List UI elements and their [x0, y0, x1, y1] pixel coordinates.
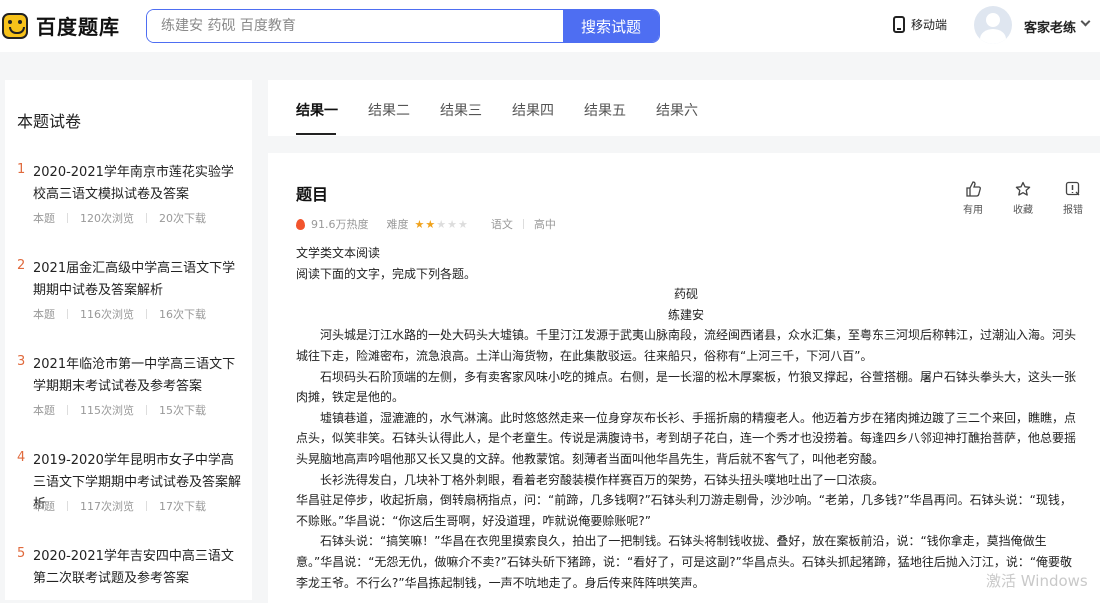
thumbs-up-icon	[966, 181, 981, 197]
paper-downloads: 17次下载	[159, 500, 206, 513]
article-author: 练建安	[667, 307, 704, 322]
star-icon	[1015, 181, 1031, 196]
avatar[interactable]	[974, 6, 1012, 44]
question-panel: 题目 91.6万热度 难度 ★ ★ ★ ★ ★ 语文 高中 有用 收藏 报错 文学类文本…	[268, 153, 1100, 603]
report-button[interactable]: 报错	[1048, 181, 1098, 216]
paper-tag: 本题	[33, 404, 55, 417]
paper-title[interactable]: 2020-2021学年南京市莲花实验学校高三语文模拟试卷及答案	[33, 162, 245, 206]
paper-downloads: 20次下载	[159, 212, 206, 225]
mobile-phone-icon	[893, 16, 905, 33]
difficulty-star-icon: ★	[436, 217, 447, 231]
paper-downloads: 16次下载	[159, 308, 206, 321]
favorite-label: 收藏	[1013, 205, 1033, 216]
favorite-button[interactable]: 收藏	[998, 181, 1048, 216]
report-icon	[1065, 181, 1080, 196]
paper-views: 120次浏览	[80, 212, 134, 225]
paper-meta: 本题 116次浏览 16次下载	[33, 306, 206, 322]
paper-meta: 本题 117次浏览 17次下载	[33, 498, 206, 514]
baidu-tiku-logo[interactable]: 百度题库	[2, 11, 120, 40]
paper-tag: 本题	[33, 308, 55, 321]
result-tabs: 结果一 结果二 结果三 结果四 结果五 结果六	[268, 80, 1100, 136]
tab-result-1[interactable]: 结果一	[296, 100, 338, 120]
mobile-label: 移动端	[911, 18, 948, 32]
paper-number: 1	[17, 162, 26, 177]
active-tab-indicator	[296, 133, 336, 135]
report-label: 报错	[1063, 205, 1083, 216]
mobile-link[interactable]: 移动端	[893, 16, 947, 33]
paper-sidebar: 本题试卷 1 2020-2021学年南京市莲花实验学校高三语文模拟试卷及答案 本…	[5, 80, 252, 600]
paper-views: 117次浏览	[80, 500, 134, 513]
paper-number: 5	[17, 546, 26, 561]
article-paragraph: 长衫洗得发白，几块补丁格外刺眼，看着老穷酸装模作样赛百万的架势，石钵头扭头噗地吐…	[296, 472, 885, 487]
top-header: 百度题库 搜索试题 移动端 客家老练	[0, 0, 1100, 52]
difficulty-label: 难度	[386, 218, 409, 231]
question-body: 文学类文本阅读 阅读下面的文字，完成下列各题。 药砚 练建安 河头城是汀江水路的…	[296, 243, 1076, 593]
paper-number: 4	[17, 450, 26, 465]
tab-result-5[interactable]: 结果五	[584, 100, 626, 120]
chevron-down-icon[interactable]	[1080, 16, 1091, 27]
difficulty-star-icon: ★	[447, 217, 457, 231]
tab-result-6[interactable]: 结果六	[656, 100, 698, 120]
instruction: 阅读下面的文字，完成下列各题。	[296, 266, 477, 281]
paper-title[interactable]: 2021年临沧市第一中学高三语文下学期期末考试试卷及参考答案	[33, 354, 245, 398]
useful-button[interactable]: 有用	[948, 181, 998, 216]
difficulty-stars: ★ ★ ★ ★ ★	[415, 218, 469, 231]
subject: 语文	[490, 218, 513, 231]
article-paragraph: 华昌驻足停步，收起折扇，倒转扇柄指点，问：“前蹄，几多钱啊?”石钵头利刀游走剔骨…	[296, 493, 1072, 528]
paper-number: 2	[17, 258, 26, 273]
question-meta: 91.6万热度 难度 ★ ★ ★ ★ ★ 语文 高中	[296, 216, 556, 232]
article-paragraph: 石钵头说：“搞笑嘛！”华昌在衣兜里摸索良久，拍出了一把制钱。石钵头将制钱收拢、叠…	[296, 534, 1073, 590]
search-input[interactable]	[147, 10, 563, 42]
paper-tag: 本题	[33, 500, 55, 513]
difficulty-star-icon: ★	[414, 217, 425, 231]
logo-face-icon	[2, 12, 28, 39]
difficulty-star-icon: ★	[425, 217, 436, 231]
paper-title[interactable]: 2021届金汇高级中学高三语文下学期期中试卷及答案解析	[33, 258, 245, 302]
sidebar-title: 本题试卷	[17, 112, 82, 131]
article-paragraph: 河头城是汀江水路的一处大码头大墟镇。千里汀江发源于武夷山脉南段，流经闽西诸县，众…	[296, 328, 1077, 363]
username[interactable]: 客家老练	[1024, 17, 1076, 36]
paper-title[interactable]: 2020-2021学年吉安四中高三语文第二次联考试题及参考答案	[33, 546, 245, 590]
logo-text: 百度题库	[36, 15, 120, 39]
paper-number: 3	[17, 354, 26, 369]
heat-count: 91.6万热度	[311, 218, 369, 231]
article-title: 药砚	[673, 287, 698, 302]
paper-views: 115次浏览	[80, 404, 134, 417]
search-button[interactable]: 搜索试题	[563, 10, 659, 42]
paper-downloads: 15次下载	[159, 404, 206, 417]
paper-tag: 本题	[33, 212, 55, 225]
paper-meta: 本题 115次浏览 15次下载	[33, 402, 206, 418]
useful-label: 有用	[963, 205, 983, 216]
question-title: 题目	[296, 185, 329, 204]
article-paragraph: 墟镇巷道，湿漉漉的，水气淋漓。此时悠悠然走来一位身穿灰布长衫、手摇折扇的精瘦老人…	[296, 410, 1077, 466]
paper-views: 116次浏览	[80, 308, 134, 321]
tab-result-3[interactable]: 结果三	[440, 100, 482, 120]
level: 高中	[533, 218, 556, 231]
section-heading: 文学类文本阅读	[296, 246, 381, 260]
question-actions: 有用 收藏 报错	[948, 181, 1098, 216]
paper-meta: 本题 120次浏览 20次下载	[33, 210, 206, 226]
search-bar: 搜索试题	[146, 9, 660, 43]
tab-result-4[interactable]: 结果四	[512, 100, 554, 120]
difficulty-star-icon: ★	[458, 217, 468, 231]
tab-result-2[interactable]: 结果二	[368, 100, 410, 120]
windows-activation-watermark: 激活 Windows	[986, 572, 1088, 590]
fire-icon	[296, 218, 305, 230]
article-paragraph: 石坝码头石阶顶端的左侧，多有卖客家风味小吃的摊点。右侧，是一长溜的松木厚案板，竹…	[296, 369, 1077, 405]
